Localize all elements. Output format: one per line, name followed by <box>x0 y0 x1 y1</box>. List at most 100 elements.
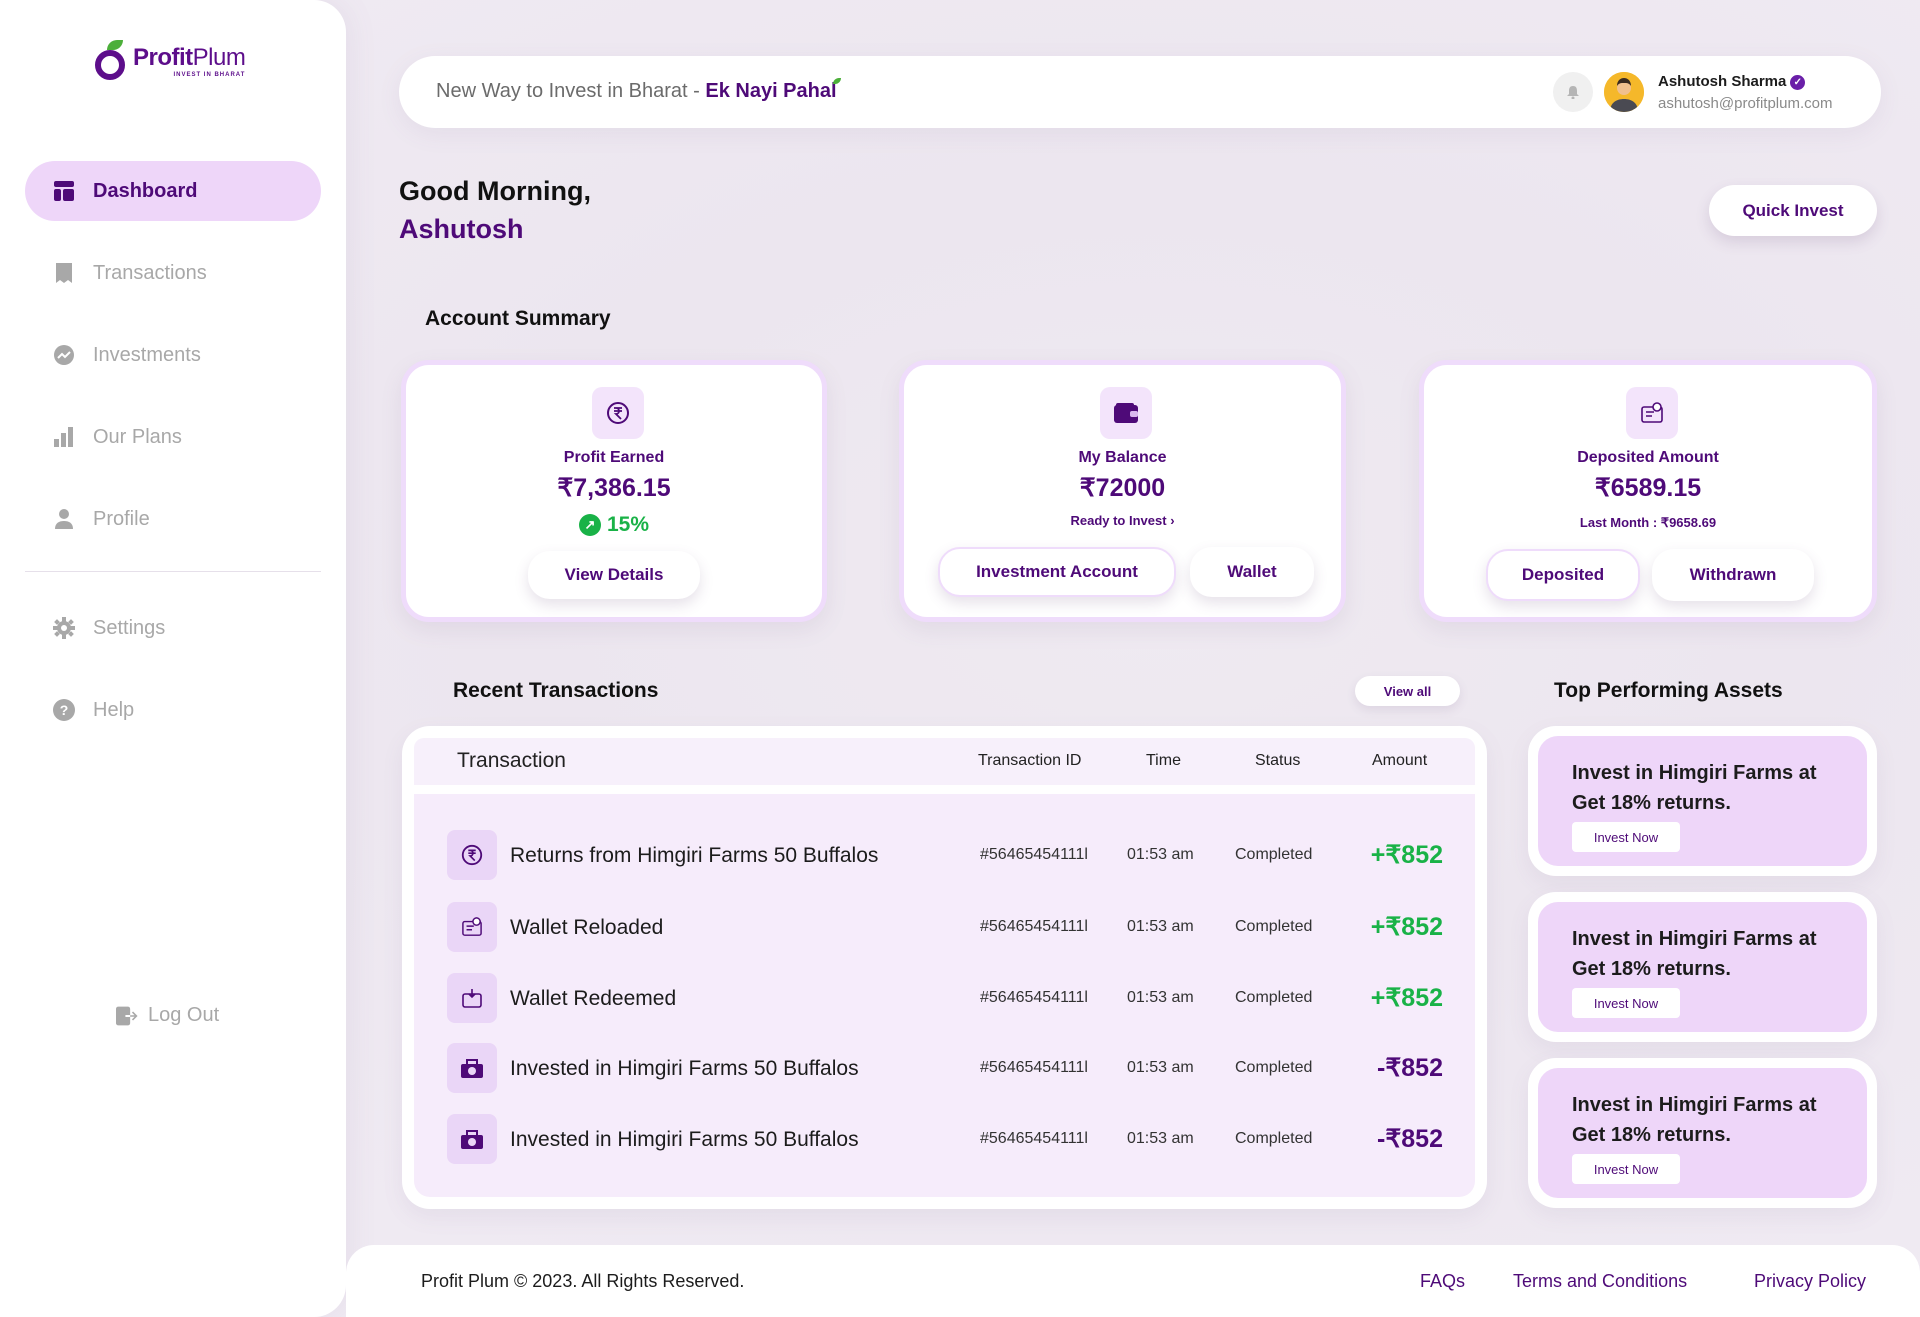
transaction-id: #56465454111l <box>980 989 1088 1006</box>
sidebar-item-label: Help <box>93 698 135 721</box>
profit-earned-label: Profit Earned <box>563 449 665 466</box>
transaction-amount: +₹852 <box>1370 984 1443 1012</box>
gear-icon <box>53 617 75 639</box>
investment-icon <box>447 1043 497 1093</box>
quick-invest-button[interactable]: Quick Invest <box>1709 185 1877 236</box>
table-body: Returns from Himgiri Farms 50 Buffalos #… <box>414 794 1475 1197</box>
greeting-line: Good Morning, <box>399 176 591 206</box>
recent-transactions-title: Recent Transactions <box>453 679 659 702</box>
top-bar: New Way to Invest in Bharat - Ek Nayi Pa… <box>399 56 1881 128</box>
asset-text: Invest in Himgiri Farms at Get 18% retur… <box>1572 762 1817 814</box>
transactions-table: Transaction Transaction ID Time Status A… <box>402 726 1487 1209</box>
table-row[interactable]: Invested in Himgiri Farms 50 Buffalos #5… <box>414 1043 1475 1095</box>
invest-now-button[interactable]: Invest Now <box>1572 822 1680 852</box>
transaction-status: Completed <box>1235 1130 1313 1147</box>
user-email: ashutosh@profitplum.com <box>1658 95 1833 112</box>
transaction-status: Completed <box>1235 846 1313 863</box>
ready-to-invest-link[interactable]: Ready to Invest › <box>904 513 1341 528</box>
logout-icon <box>116 1005 138 1027</box>
rupee-cycle-icon <box>447 830 497 880</box>
copyright-text: Profit Plum © 2023. All Rights Reserved. <box>421 1271 745 1291</box>
column-amount: Amount <box>1372 752 1428 769</box>
deposited-amount-label: Deposited Amount <box>1577 449 1719 466</box>
my-balance-value: ₹72000 <box>1079 474 1166 502</box>
wallet-reload-icon <box>447 902 497 952</box>
table-row[interactable]: Returns from Himgiri Farms 50 Buffalos #… <box>414 830 1475 882</box>
greeting-name: Ashutosh <box>399 214 524 244</box>
privacy-link[interactable]: Privacy Policy <box>1754 1271 1866 1292</box>
transaction-time: 01:53 am <box>1127 918 1194 935</box>
transaction-amount: +₹852 <box>1370 841 1443 869</box>
transaction-status: Completed <box>1235 989 1313 1006</box>
table-row[interactable]: Wallet Redeemed #56465454111l 01:53 am C… <box>414 973 1475 1025</box>
sidebar-item-transactions[interactable]: Transactions <box>25 243 321 303</box>
faqs-link[interactable]: FAQs <box>1420 1271 1465 1292</box>
sidebar-nav: Dashboard Transactions Investments Our P… <box>25 161 321 762</box>
sidebar-item-label: Our Plans <box>93 425 182 448</box>
column-transaction-id: Transaction ID <box>978 752 1082 769</box>
wallet-redeem-icon <box>447 973 497 1023</box>
wallet-icon <box>1100 387 1152 439</box>
sidebar-item-profile[interactable]: Profile <box>25 489 321 549</box>
sidebar-item-label: Profile <box>93 507 150 530</box>
column-transaction: Transaction <box>457 749 566 772</box>
verified-badge-icon: ✓ <box>1790 74 1806 90</box>
rupee-cycle-icon <box>592 387 644 439</box>
transaction-time: 01:53 am <box>1127 1130 1194 1147</box>
transaction-time: 01:53 am <box>1127 989 1194 1006</box>
transaction-id: #56465454111l <box>980 918 1088 935</box>
sidebar-item-our-plans[interactable]: Our Plans <box>25 407 321 467</box>
sidebar-item-help[interactable]: ? Help <box>25 680 321 740</box>
transaction-id: #56465454111l <box>980 1130 1088 1147</box>
transaction-name: Wallet Reloaded <box>510 916 664 939</box>
asset-card: Invest in Himgiri Farms at Get 18% retur… <box>1528 892 1877 1042</box>
transaction-name: Returns from Himgiri Farms 50 Buffalos <box>510 844 879 867</box>
top-assets-title: Top Performing Assets <box>1554 679 1783 702</box>
sidebar-item-label: Dashboard <box>93 179 198 202</box>
wallet-button[interactable]: Wallet <box>1190 547 1314 597</box>
deposited-amount-card: Deposited Amount ₹6589.15 Last Month : ₹… <box>1419 360 1877 622</box>
my-balance-card: My Balance ₹72000 Ready to Invest › Inve… <box>899 360 1346 622</box>
investment-account-button[interactable]: Investment Account <box>938 547 1176 597</box>
sidebar-item-investments[interactable]: Investments <box>25 325 321 385</box>
avatar[interactable] <box>1604 72 1644 112</box>
plum-logo-icon <box>93 40 129 84</box>
account-summary-title: Account Summary <box>425 307 611 330</box>
view-details-button[interactable]: View Details <box>528 551 700 599</box>
user-icon <box>53 508 75 530</box>
bar-chart-icon <box>53 426 75 448</box>
user-name: Ashutosh Sharma ✓ <box>1658 73 1806 90</box>
logout-label: Log Out <box>148 1004 220 1026</box>
table-row[interactable]: Wallet Reloaded #56465454111l 01:53 am C… <box>414 902 1475 954</box>
sidebar-item-settings[interactable]: Settings <box>25 598 321 658</box>
chevron-right-icon: › <box>1170 513 1175 528</box>
trend-icon <box>53 344 75 366</box>
sprout-icon <box>832 78 841 84</box>
transaction-id: #56465454111l <box>980 846 1088 863</box>
arrow-up-icon: ↗ <box>578 514 601 536</box>
invest-now-button[interactable]: Invest Now <box>1572 1154 1680 1184</box>
sidebar-item-label: Investments <box>93 343 201 366</box>
notification-bell-icon[interactable] <box>1553 72 1593 112</box>
table-row[interactable]: Invested in Himgiri Farms 50 Buffalos #5… <box>414 1114 1475 1166</box>
help-icon: ? <box>53 699 75 721</box>
transaction-name: Invested in Himgiri Farms 50 Buffalos <box>510 1057 859 1080</box>
withdrawn-button[interactable]: Withdrawn <box>1652 549 1814 601</box>
brand-logo[interactable]: ProfitPlum INVEST IN BHARAT <box>93 40 246 84</box>
investment-icon <box>447 1114 497 1164</box>
table-header: Transaction Transaction ID Time Status A… <box>414 738 1475 785</box>
transaction-name: Invested in Himgiri Farms 50 Buffalos <box>510 1128 859 1151</box>
transaction-time: 01:53 am <box>1127 1059 1194 1076</box>
header-tagline: New Way to Invest in Bharat - Ek Nayi Pa… <box>436 78 841 103</box>
brand-tagline: INVEST IN BHARAT <box>173 72 246 78</box>
invest-now-button[interactable]: Invest Now <box>1572 988 1680 1018</box>
deposited-button[interactable]: Deposited <box>1486 549 1640 601</box>
terms-link[interactable]: Terms and Conditions <box>1513 1271 1687 1292</box>
transaction-time: 01:53 am <box>1127 846 1194 863</box>
sidebar-item-label: Transactions <box>93 261 207 284</box>
asset-card: Invest in Himgiri Farms at Get 18% retur… <box>1528 726 1877 876</box>
sidebar-item-dashboard[interactable]: Dashboard <box>25 161 321 221</box>
transaction-amount: -₹852 <box>1377 1125 1443 1153</box>
logout-button[interactable]: Log Out <box>116 1004 219 1027</box>
view-all-button[interactable]: View all <box>1355 676 1460 706</box>
